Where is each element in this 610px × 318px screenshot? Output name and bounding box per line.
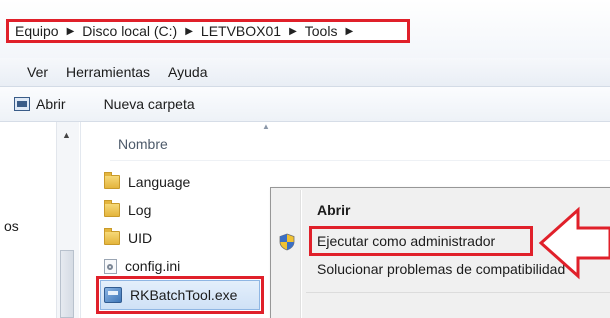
breadcrumb-local-disk[interactable]: Disco local (C:) bbox=[82, 23, 177, 39]
annotation-highlight-menu-item bbox=[309, 226, 533, 256]
chevron-right-icon[interactable]: ▶ bbox=[185, 26, 193, 37]
list-item-log[interactable]: Log bbox=[104, 199, 151, 221]
toolbar: Abrir Nueva carpeta bbox=[0, 87, 610, 122]
menu-bar: Ver Herramientas Ayuda bbox=[0, 58, 610, 87]
breadcrumb-equipo[interactable]: Equipo bbox=[15, 23, 59, 39]
context-menu-open[interactable]: Abrir bbox=[317, 202, 350, 218]
chevron-right-icon[interactable]: ▶ bbox=[289, 26, 297, 37]
folder-icon bbox=[104, 200, 120, 217]
breadcrumb-letvbox01[interactable]: LETVBOX01 bbox=[201, 23, 281, 39]
nav-item-label[interactable]: os bbox=[4, 218, 19, 234]
uac-shield-icon bbox=[279, 233, 295, 251]
file-name: UID bbox=[128, 230, 153, 246]
open-button-label: Abrir bbox=[36, 96, 66, 112]
context-menu-separator bbox=[306, 292, 610, 293]
annotation-arrow-icon bbox=[538, 206, 610, 280]
list-item-language[interactable]: Language bbox=[104, 171, 190, 193]
menu-herramientas[interactable]: Herramientas bbox=[57, 64, 159, 80]
open-button[interactable]: Abrir bbox=[14, 96, 66, 112]
settings-file-icon bbox=[104, 258, 117, 274]
chevron-right-icon[interactable]: ▶ bbox=[67, 26, 75, 37]
folder-icon bbox=[104, 228, 120, 245]
menu-ayuda[interactable]: Ayuda bbox=[159, 64, 216, 80]
column-header-name[interactable]: Nombre bbox=[118, 136, 168, 152]
menu-ver[interactable]: Ver bbox=[18, 64, 57, 80]
open-icon bbox=[14, 97, 30, 111]
folder-icon bbox=[104, 172, 120, 189]
file-name: config.ini bbox=[125, 258, 181, 274]
scroll-up-arrow-icon[interactable]: ▲ bbox=[62, 130, 71, 140]
context-menu-gutter-highlight bbox=[301, 190, 302, 318]
file-name: Language bbox=[128, 174, 191, 190]
address-bar[interactable]: Equipo ▶ Disco local (C:) ▶ LETVBOX01 ▶ … bbox=[6, 19, 410, 43]
list-item-uid[interactable]: UID bbox=[104, 227, 152, 249]
nav-scrollbar-thumb[interactable] bbox=[60, 250, 74, 318]
file-name: Log bbox=[128, 202, 152, 218]
sort-ascending-icon: ▲ bbox=[262, 122, 270, 131]
context-menu-troubleshoot-compatibility[interactable]: Solucionar problemas de compatibilidad bbox=[317, 261, 565, 277]
list-item-config-ini[interactable]: config.ini bbox=[104, 255, 180, 277]
annotation-highlight-file bbox=[96, 276, 264, 314]
header-divider bbox=[110, 160, 610, 161]
new-folder-button[interactable]: Nueva carpeta bbox=[104, 96, 195, 112]
breadcrumb-tools[interactable]: Tools bbox=[305, 23, 338, 39]
chevron-right-icon[interactable]: ▶ bbox=[345, 26, 353, 37]
